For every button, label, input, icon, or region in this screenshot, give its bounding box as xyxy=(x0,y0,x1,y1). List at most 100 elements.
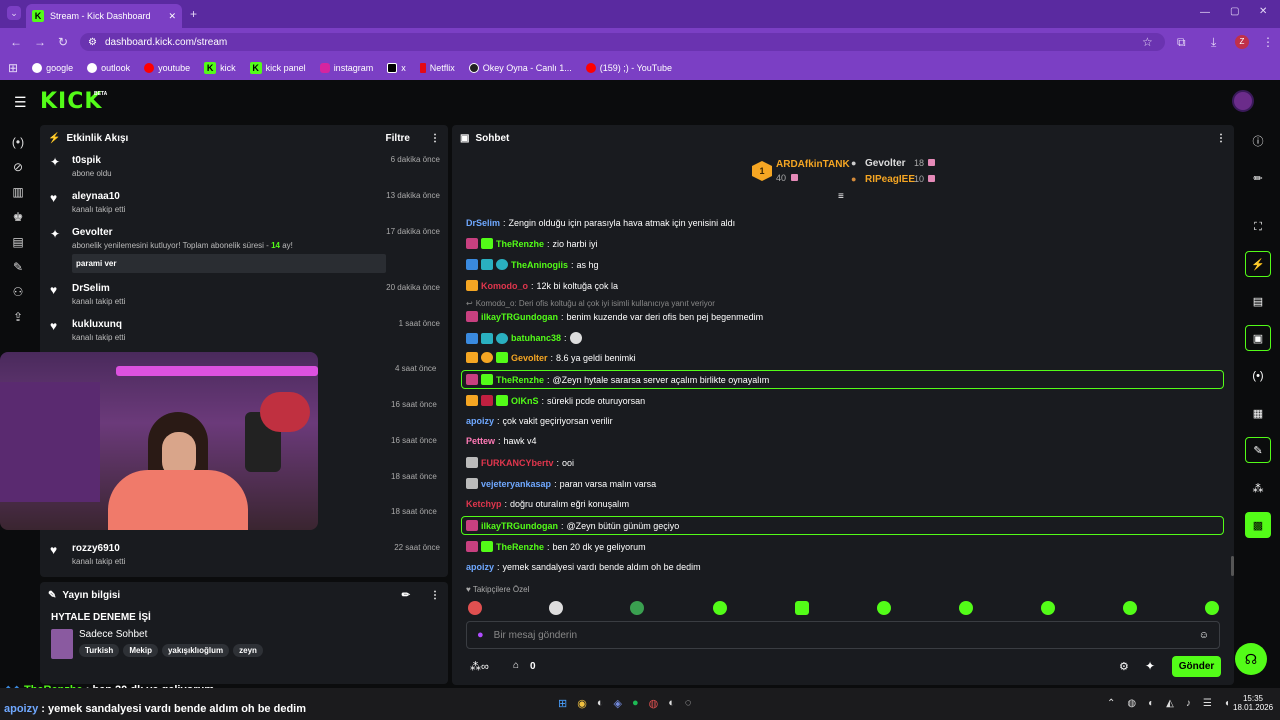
obs-icon[interactable]: ◍ xyxy=(649,697,659,710)
activity-user[interactable]: kukluxunq xyxy=(72,319,399,330)
emote-icon[interactable] xyxy=(1205,601,1219,615)
bookmark-google[interactable]: google xyxy=(32,63,73,73)
emote-icon[interactable] xyxy=(549,601,563,615)
windows-start-icon[interactable]: ⊞ xyxy=(558,697,567,710)
maximize-icon[interactable]: ▢ xyxy=(1230,6,1239,17)
tools-toggle-icon[interactable]: ✎ xyxy=(1245,437,1271,463)
bookmark-kick-panel[interactable]: Kkick panel xyxy=(249,62,306,74)
broadcast-icon[interactable]: (•) xyxy=(1245,363,1271,389)
chat-username[interactable]: TheRenzhe xyxy=(496,375,544,385)
edit-icon[interactable]: ✏ xyxy=(1245,165,1271,191)
emote-icon[interactable] xyxy=(877,601,891,615)
chat-username[interactable]: Gevolter xyxy=(511,353,548,363)
chat-username[interactable]: apoizy xyxy=(466,562,494,572)
tab-search-icon[interactable]: ⌄ xyxy=(7,6,21,20)
profile-avatar[interactable]: Z xyxy=(1235,35,1249,49)
tools-icon[interactable]: ✎ xyxy=(13,260,23,274)
chat-username[interactable]: TheRenzhe xyxy=(496,542,544,552)
bookmark-star-icon[interactable]: ☆ xyxy=(1142,35,1153,49)
emote-icon[interactable] xyxy=(959,601,973,615)
discord-icon[interactable]: ◈ xyxy=(613,697,621,710)
spotify-icon[interactable]: ● xyxy=(632,697,639,710)
network-icon[interactable]: ◭ xyxy=(1166,698,1174,709)
bolt-toggle-icon[interactable]: ⚡ xyxy=(1245,251,1271,277)
activity-user[interactable]: t0spik xyxy=(72,155,391,166)
chat-username[interactable]: TheRenzhe xyxy=(496,239,544,249)
new-tab-icon[interactable]: + xyxy=(190,7,197,21)
activity-user[interactable]: rozzy6910 xyxy=(72,543,394,554)
clock-app-icon[interactable]: ◌ xyxy=(685,697,692,710)
leader-second-name[interactable]: Gevolter xyxy=(865,158,906,169)
chat-username[interactable]: batuhanc38 xyxy=(511,333,561,343)
site-info-icon[interactable]: ⚙ xyxy=(88,37,97,48)
chat-input[interactable]: ● Bir mesaj gönderin ☺ xyxy=(466,621,1220,649)
chat-username[interactable]: FURKANCYbertv xyxy=(481,458,554,468)
activity-user[interactable]: Gevolter xyxy=(72,227,386,238)
user-avatar[interactable] xyxy=(1232,90,1254,112)
chat-settings-icon[interactable]: ⚙ xyxy=(1119,660,1129,673)
emote-icon[interactable] xyxy=(468,601,482,615)
emote-icon[interactable] xyxy=(630,601,644,615)
store-icon[interactable]: ⌂ xyxy=(513,660,519,671)
filter-button[interactable]: Filtre xyxy=(386,133,410,144)
emoji-icon[interactable]: ☺ xyxy=(1199,630,1209,641)
chat-username[interactable]: OlKnS xyxy=(511,396,539,406)
community-icon[interactable]: ⁂ xyxy=(1245,475,1271,501)
chat-username[interactable]: vejeteryankasap xyxy=(481,479,551,489)
chat-scrollbar[interactable] xyxy=(1231,556,1234,576)
emote-icon[interactable] xyxy=(1123,601,1137,615)
tray-chevron-icon[interactable]: ⌃ xyxy=(1107,698,1115,709)
clock[interactable]: 15:35 18.01.2026 xyxy=(1233,694,1273,712)
chat-username[interactable]: apoizy xyxy=(466,416,494,426)
menu-icon[interactable]: ⋮ xyxy=(1262,35,1274,49)
trophy-icon[interactable]: ♚ xyxy=(13,210,24,224)
microphone-icon[interactable]: ● xyxy=(477,629,484,641)
bookmark-outlook[interactable]: outlook xyxy=(87,63,130,73)
url-field[interactable]: ⚙ dashboard.kick.com/stream xyxy=(80,33,1165,51)
download-icon[interactable]: ⤓ xyxy=(1211,35,1216,50)
chat-username[interactable]: Komodo_o xyxy=(481,281,528,291)
more-options-icon[interactable]: ⋮ xyxy=(430,590,440,601)
apps-icon[interactable]: ⊞ xyxy=(8,61,18,75)
chat-username[interactable]: Ketchyp xyxy=(466,499,502,509)
chat-users-icon[interactable]: ✦ xyxy=(1145,659,1155,673)
chat-username[interactable]: DrSelim xyxy=(466,218,500,228)
more-options-icon[interactable]: ⋮ xyxy=(430,133,440,144)
leader-first-name[interactable]: ARDAfkinTANK xyxy=(776,159,850,170)
stream-live-icon[interactable]: (•) xyxy=(12,135,24,149)
link-icon[interactable]: ⊘ xyxy=(13,160,23,174)
bookmark-youtube-2[interactable]: (159) ;) - YouTube xyxy=(585,63,672,73)
steam-icon[interactable]: ◐ xyxy=(668,697,675,710)
bookmark-youtube[interactable]: youtube xyxy=(144,63,190,73)
volume-icon[interactable]: ◖ xyxy=(1224,698,1230,709)
chat-username[interactable]: ilkayTRGundogan xyxy=(481,521,558,531)
document-icon[interactable]: ▤ xyxy=(1245,288,1271,314)
hamburger-menu-icon[interactable]: ☰ xyxy=(14,94,27,111)
close-tab-icon[interactable]: ✕ xyxy=(168,11,176,22)
leader-third-name[interactable]: RIPeagIEE xyxy=(865,174,915,185)
close-window-icon[interactable]: ✕ xyxy=(1259,6,1267,17)
bookmark-x[interactable]: x xyxy=(387,63,406,73)
activity-user[interactable]: DrSelim xyxy=(72,283,386,294)
steam-icon[interactable]: ◐ xyxy=(597,697,604,710)
chat-toggle-icon[interactable]: ▣ xyxy=(1245,325,1271,351)
chat-username[interactable]: TheAninogiis xyxy=(511,260,568,270)
more-options-icon[interactable]: ⋮ xyxy=(1216,133,1226,144)
upload-icon[interactable]: ⇪ xyxy=(13,310,23,324)
chat-username[interactable]: Pettew xyxy=(466,436,495,446)
forward-icon[interactable]: → xyxy=(34,35,46,49)
minimize-icon[interactable]: — xyxy=(1200,7,1210,18)
emote-icon[interactable] xyxy=(713,601,727,615)
send-button[interactable]: Gönder xyxy=(1172,656,1221,677)
wifi-icon[interactable]: ☰ xyxy=(1203,698,1212,709)
info-icon[interactable]: ⓘ xyxy=(1245,128,1271,154)
chat-username[interactable]: ilkayTRGundogan xyxy=(481,312,558,322)
media-icon[interactable]: ▤ xyxy=(12,235,23,249)
bookmark-instagram[interactable]: instagram xyxy=(319,63,373,73)
emote-icon[interactable] xyxy=(1041,601,1055,615)
app-icon[interactable]: ▩ xyxy=(1245,512,1271,538)
analytics-icon[interactable]: ▥ xyxy=(12,185,23,199)
browser-tab[interactable]: K Stream - Kick Dashboard ✕ xyxy=(26,4,182,28)
points-icon[interactable]: ⁂∞ xyxy=(470,660,489,673)
chrome-icon[interactable]: ◉ xyxy=(577,697,587,710)
